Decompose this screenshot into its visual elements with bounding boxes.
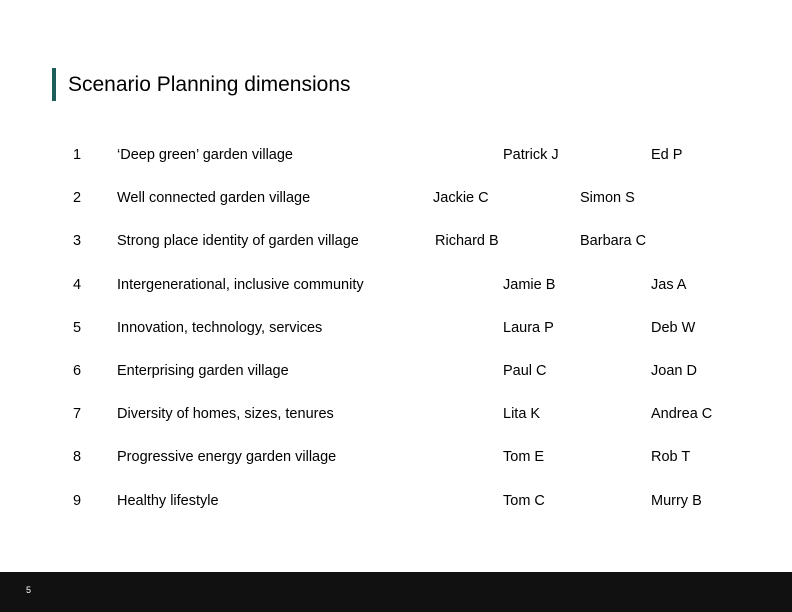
row-dimension: Diversity of homes, sizes, tenures (117, 406, 334, 423)
title-accent-bar (52, 67, 56, 101)
row-number: 4 (73, 276, 82, 293)
row-dimension: Intergenerational, inclusive community (117, 276, 364, 293)
row-lead-name: Tom C (503, 492, 545, 509)
row-dimension: Well connected garden village (117, 190, 311, 207)
row-number: 5 (73, 319, 82, 336)
row-support-name: Ed P (651, 147, 683, 163)
scenario-dimensions-table: 1 ‘Deep green’ garden village Patrick J Ed … (0, 146, 792, 535)
row-lead-name: Jackie C (433, 190, 489, 207)
row-support-name: Deb W (651, 319, 696, 336)
row-number: 8 (73, 449, 82, 466)
row-dimension: Healthy lifestyle (117, 492, 219, 509)
table-row: 9 Healthy lifestyle Tom C Murry B (0, 492, 792, 535)
row-support-name: Murry B (651, 492, 702, 509)
row-number: 9 (73, 492, 82, 509)
page-title: Scenario Planning dimensions (52, 66, 351, 102)
table-row: 4 Intergenerational, inclusive community J… (0, 276, 792, 319)
row-support-name: Joan D (651, 362, 697, 379)
row-lead-name: Patrick J (503, 147, 559, 163)
row-lead-name: Jamie B (503, 276, 556, 293)
row-support-name: Jas A (651, 276, 687, 293)
table-row: 8 Progressive energy garden village Tom E R… (0, 448, 792, 491)
row-dimension: ‘Deep green’ garden village (117, 147, 293, 163)
row-dimension: Strong place identity of garden village (117, 233, 359, 250)
row-dimension: Progressive energy garden village (117, 449, 337, 466)
row-lead-name: Richard B (435, 233, 499, 250)
table-row: 2 Well connected garden village Jackie C Si… (0, 189, 792, 232)
row-lead-name: Paul C (503, 362, 547, 379)
slide: Scenario Planning dimensions 1 ‘Deep gree… (0, 0, 792, 612)
row-lead-name: Tom E (503, 449, 545, 466)
row-dimension: Enterprising garden village (117, 362, 289, 379)
table-row: 3 Strong place identity of garden village… (0, 232, 792, 275)
row-number: 2 (73, 190, 82, 207)
row-number: 7 (73, 406, 82, 423)
row-support-name: Barbara C (580, 233, 647, 250)
row-number: 3 (73, 233, 82, 250)
row-support-name: Andrea C (651, 406, 713, 423)
table-row: 1 ‘Deep green’ garden village Patrick J Ed … (0, 146, 792, 189)
table-row: 7 Diversity of homes, sizes, tenures Lita … (0, 405, 792, 448)
footer-bar (0, 572, 792, 612)
row-support-name: Simon S (580, 190, 635, 207)
row-support-name: Rob T (651, 449, 691, 466)
table-row: 6 Enterprising garden village Paul C Joan D (0, 362, 792, 405)
row-lead-name: Lita K (503, 406, 541, 423)
row-dimension: Innovation, technology, services (117, 319, 323, 336)
row-number: 6 (73, 362, 82, 379)
table-row: 5 Innovation, technology, services Laura P… (0, 319, 792, 362)
page-number: 5 (26, 585, 32, 595)
page-title-text: Scenario Planning dimensions (68, 72, 351, 96)
row-lead-name: Laura P (503, 319, 554, 336)
row-number: 1 (73, 147, 82, 163)
